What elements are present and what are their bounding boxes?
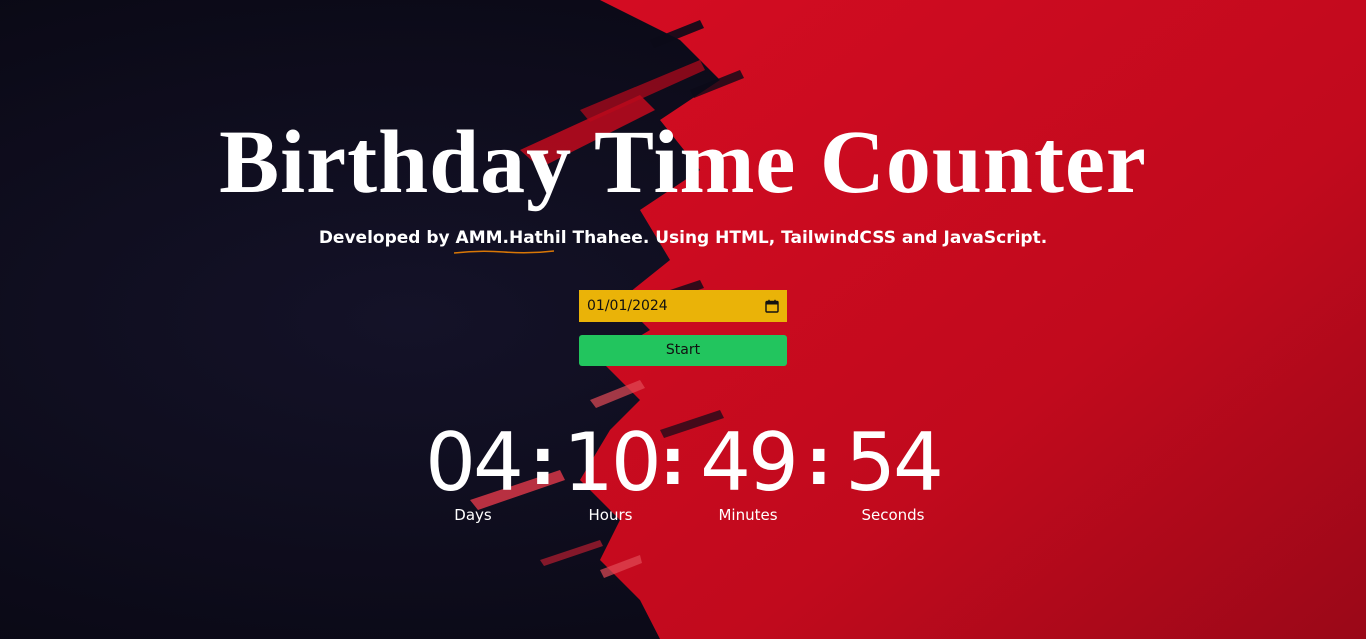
separator-colon: :	[530, 426, 556, 500]
days-unit: 04 Days	[418, 416, 528, 525]
author-name: AMM.Hathil Thahee	[455, 228, 643, 248]
separator-colon: :	[806, 426, 832, 500]
hours-unit: 10 Hours	[563, 416, 662, 525]
credit-suffix: . Using HTML, TailwindCSS and JavaScript…	[642, 228, 1048, 248]
author-link[interactable]: AMM.Hathil Thahee	[453, 226, 643, 254]
countdown-display: 04 Days : 10 Hours : 49 Minutes : 54 Sec…	[0, 418, 1366, 528]
minutes-unit: 49 Minutes	[693, 416, 803, 525]
seconds-unit: 54 Seconds	[838, 416, 948, 525]
seconds-value: 54	[845, 416, 944, 509]
credit-prefix: Developed by	[318, 228, 456, 248]
main-content: Birthday Time Counter Developed by AMM.H…	[0, 0, 1366, 639]
calendar-icon[interactable]	[765, 299, 779, 313]
separator-colon: :	[660, 426, 686, 500]
date-input-value: 01/01/2024	[587, 298, 668, 314]
author-underline	[453, 250, 554, 254]
minutes-value: 49	[700, 416, 799, 509]
developer-credit: Developed by AMM.Hathil Thahee. Using HT…	[0, 226, 1366, 254]
start-button[interactable]: Start	[579, 335, 787, 366]
birthday-date-input[interactable]: 01/01/2024	[579, 290, 787, 322]
hours-value: 10	[563, 416, 662, 509]
page-title: Birthday Time Counter	[219, 113, 1147, 212]
days-value: 04	[425, 416, 524, 509]
